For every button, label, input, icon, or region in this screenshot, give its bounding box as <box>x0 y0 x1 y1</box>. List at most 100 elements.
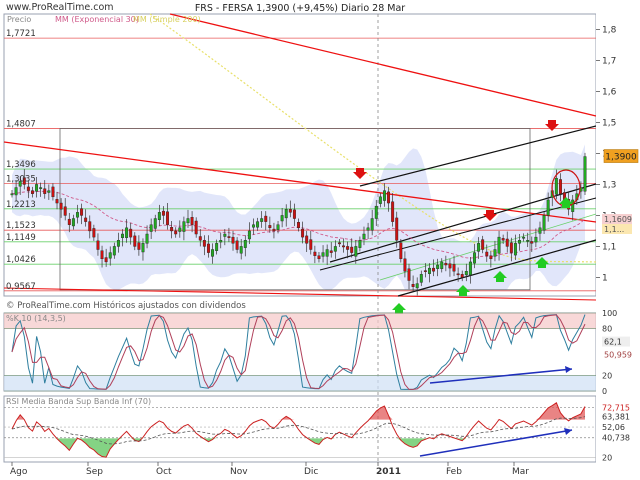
candle-body <box>309 239 313 250</box>
candle-body <box>215 243 219 251</box>
green-arrow-jan <box>392 303 406 314</box>
candle-body <box>190 217 194 225</box>
candle-body <box>92 228 96 238</box>
candle-body <box>67 218 71 225</box>
candle-body <box>104 257 108 263</box>
osc-level-label: 0 <box>602 387 607 396</box>
price-tick-label: 1,8 <box>602 25 617 35</box>
candle-body <box>378 196 382 204</box>
candle-body <box>346 246 350 250</box>
candle-body <box>137 242 141 250</box>
candle-body <box>460 274 464 278</box>
candle-body <box>153 218 157 229</box>
candle-body <box>301 228 305 238</box>
price-tick-label: 1,5 <box>602 118 616 128</box>
candle-body <box>305 235 309 244</box>
candle-body <box>129 228 133 238</box>
candle-body <box>272 228 276 232</box>
candle-body <box>247 230 251 240</box>
x-tick-label: Oct <box>156 467 172 477</box>
candle-body <box>505 238 509 247</box>
x-tick-label: Nov <box>230 467 248 477</box>
rsi-level-label: 20 <box>602 453 612 462</box>
candle-body <box>71 218 75 227</box>
candle-body <box>186 218 190 224</box>
price-tick-label: 1,3 <box>602 180 616 190</box>
candle-body <box>317 255 321 260</box>
candle-body <box>223 233 227 237</box>
candle-body <box>538 227 542 234</box>
candle-body <box>39 187 43 189</box>
candle-body <box>391 201 395 222</box>
candle-body <box>227 236 231 238</box>
candle-body <box>387 191 391 204</box>
candle-body <box>415 283 419 289</box>
candle-body <box>370 218 374 231</box>
candle-body <box>256 221 260 228</box>
candle-body <box>280 215 284 222</box>
candle-body <box>116 240 120 247</box>
candle-body <box>407 268 411 281</box>
candle-body <box>206 243 210 253</box>
candle-body <box>252 224 255 228</box>
candle-body <box>125 227 129 238</box>
candle-body <box>243 240 247 248</box>
candle-body <box>411 284 415 287</box>
candle-body <box>10 193 14 196</box>
candle-body <box>284 209 288 219</box>
rsi-level-label: 63,381 <box>602 412 630 421</box>
candle-body <box>264 215 268 222</box>
candle-body <box>428 267 431 274</box>
candle-body <box>47 190 51 193</box>
candle-body <box>198 236 202 241</box>
candle-body <box>161 210 165 216</box>
chart-window: 1,81,71,61,51,41,31,21,111,39001,16091,1… <box>0 0 640 480</box>
candle-body <box>174 230 178 235</box>
candle-body <box>55 199 59 204</box>
price-tick-label: 1,1 <box>602 242 616 252</box>
candle-body <box>481 239 485 250</box>
candle-body <box>112 246 116 256</box>
candle-body <box>546 199 550 216</box>
price-level-label: 1,2213 <box>6 200 36 210</box>
copyright-label: © ProRealTime.com Históricos ajustados c… <box>6 300 246 311</box>
x-tick-label: Dic <box>304 467 318 477</box>
candle-body <box>292 209 296 219</box>
x-tick-label: 2011 <box>376 467 401 477</box>
price-tick-label: 1,7 <box>602 56 616 66</box>
candle-body <box>477 243 481 252</box>
candle-body <box>239 246 243 254</box>
osc-label: %K 10 (14,3,5) <box>6 314 66 323</box>
candle-body <box>26 186 30 191</box>
rsi-level-label: 72,715 <box>602 404 630 413</box>
candle-body <box>321 252 325 257</box>
candle-body <box>202 240 206 247</box>
candle-body <box>166 211 169 225</box>
candle-body <box>76 212 79 218</box>
candle-body <box>518 240 521 244</box>
legend-ema: MM (Exponencial 30) <box>55 15 139 24</box>
candle-body <box>452 264 456 272</box>
candle-body <box>333 246 337 252</box>
candle-body <box>260 218 264 222</box>
candle-body <box>526 240 530 242</box>
candle-body <box>509 242 513 253</box>
candle-body <box>432 267 436 272</box>
price-level-label: 1,7721 <box>6 29 36 39</box>
price-level-label: 1,3496 <box>6 160 36 170</box>
rsi-level-label: 40,738 <box>602 434 630 443</box>
candle-body <box>157 212 161 220</box>
candle-body <box>313 251 317 256</box>
candle-body <box>51 186 55 198</box>
osc-level-label: 100 <box>602 309 617 318</box>
price-level-label: 1,4807 <box>6 119 36 129</box>
candle-body <box>423 270 427 272</box>
candle-body <box>513 243 517 256</box>
x-tick-label: Ago <box>10 467 28 477</box>
x-tick-label: Feb <box>446 467 462 477</box>
candle-body <box>325 249 329 257</box>
candle-body <box>63 206 67 216</box>
candle-body <box>382 190 386 201</box>
candle-body <box>84 217 88 222</box>
candle-body <box>141 243 145 253</box>
